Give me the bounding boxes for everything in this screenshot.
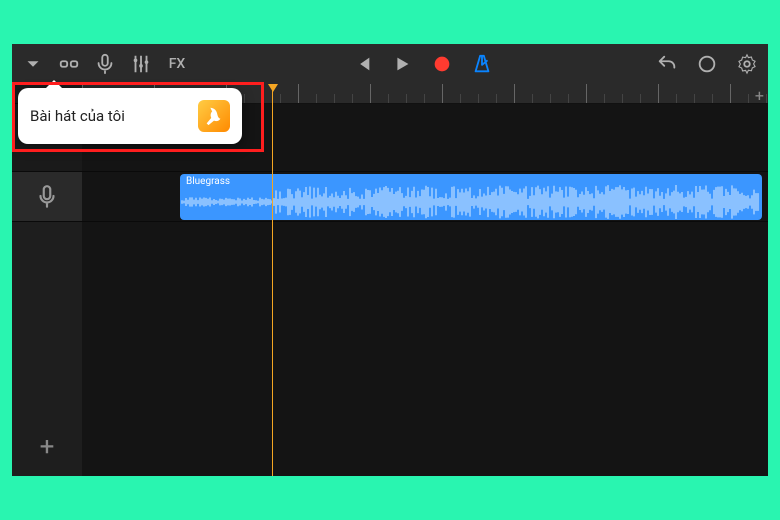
popover-label: Bài hát của tôi [30,107,198,125]
record-button[interactable] [427,49,457,79]
settings-button[interactable] [732,49,762,79]
metronome-button[interactable] [467,49,497,79]
track-view-icon [58,53,80,75]
track-lane-audio[interactable]: Bluegrass [82,172,768,222]
app-window: FX [12,44,768,476]
microphone-icon [34,184,60,210]
mixer-button[interactable] [126,49,156,79]
toolbar: FX [12,44,768,84]
audio-region[interactable]: Bluegrass [180,174,762,220]
add-section-button[interactable]: + [755,86,764,105]
playhead[interactable] [272,84,273,476]
gear-icon [736,53,758,75]
undo-icon [656,53,678,75]
garageband-app-icon [198,100,230,132]
track-header-audio[interactable] [12,172,82,222]
record-icon [431,53,453,75]
my-songs-popover[interactable]: Bài hát của tôi [18,88,242,144]
mixer-icon [130,53,152,75]
track-view-button[interactable] [54,49,84,79]
fx-button[interactable]: FX [162,49,192,79]
undo-button[interactable] [652,49,682,79]
skip-back-icon [351,53,373,75]
waveform-icon [180,174,762,220]
play-icon [391,53,413,75]
metronome-icon [471,53,493,75]
fx-label: FX [169,56,186,72]
add-track-button[interactable]: + [12,424,82,470]
play-button[interactable] [387,49,417,79]
mic-button[interactable] [90,49,120,79]
tracks-dropdown-button[interactable] [18,49,48,79]
skip-back-button[interactable] [347,49,377,79]
mic-icon [94,53,116,75]
loop-icon [696,53,718,75]
chevron-down-icon [22,53,44,75]
loop-browser-button[interactable] [692,49,722,79]
